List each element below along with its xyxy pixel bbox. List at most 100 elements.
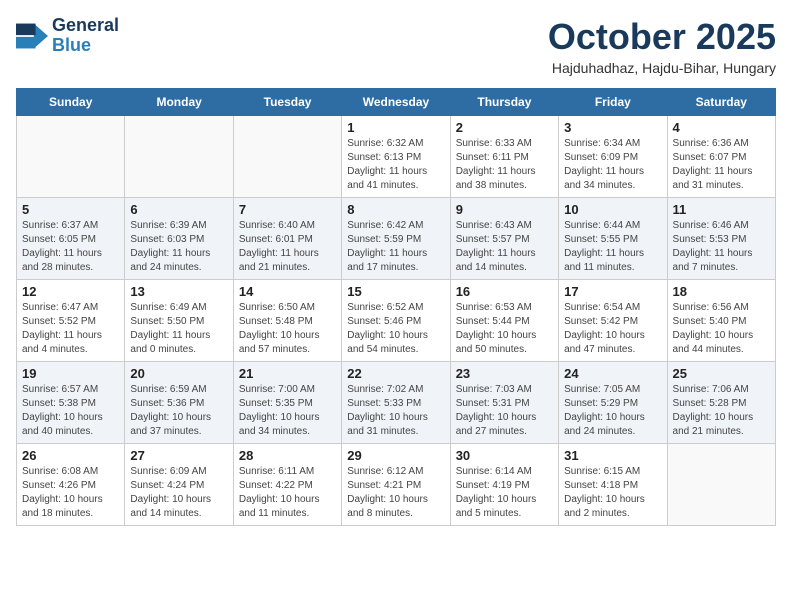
day-number: 4: [673, 120, 770, 135]
calendar-day-cell: [17, 116, 125, 198]
day-number: 27: [130, 448, 227, 463]
day-info: Sunrise: 6:09 AM Sunset: 4:24 PM Dayligh…: [130, 465, 227, 521]
day-info: Sunrise: 6:15 AM Sunset: 4:18 PM Dayligh…: [564, 465, 661, 521]
day-info: Sunrise: 6:50 AM Sunset: 5:48 PM Dayligh…: [239, 301, 336, 357]
location-title: Hajduhadhaz, Hajdu-Bihar, Hungary: [548, 60, 776, 76]
calendar-day-cell: 12 Sunrise: 6:47 AM Sunset: 5:52 PM Dayli…: [17, 280, 125, 362]
calendar-week-row: 5 Sunrise: 6:37 AM Sunset: 6:05 PM Daylig…: [17, 198, 776, 280]
calendar-week-row: 12 Sunrise: 6:47 AM Sunset: 5:52 PM Dayli…: [17, 280, 776, 362]
logo: General Blue: [16, 16, 119, 56]
calendar-day-cell: 25 Sunrise: 7:06 AM Sunset: 5:28 PM Dayli…: [667, 362, 775, 444]
day-info: Sunrise: 6:14 AM Sunset: 4:19 PM Dayligh…: [456, 465, 553, 521]
day-info: Sunrise: 6:46 AM Sunset: 5:53 PM Dayligh…: [673, 219, 770, 275]
calendar-day-cell: 7 Sunrise: 6:40 AM Sunset: 6:01 PM Daylig…: [233, 198, 341, 280]
day-info: Sunrise: 6:40 AM Sunset: 6:01 PM Dayligh…: [239, 219, 336, 275]
day-number: 2: [456, 120, 553, 135]
day-info: Sunrise: 6:32 AM Sunset: 6:13 PM Dayligh…: [347, 137, 444, 193]
day-number: 25: [673, 366, 770, 381]
title-block: October 2025 Hajduhadhaz, Hajdu-Bihar, H…: [548, 16, 776, 76]
logo-icon: [16, 20, 48, 52]
day-info: Sunrise: 6:49 AM Sunset: 5:50 PM Dayligh…: [130, 301, 227, 357]
day-info: Sunrise: 6:56 AM Sunset: 5:40 PM Dayligh…: [673, 301, 770, 357]
calendar-day-cell: 9 Sunrise: 6:43 AM Sunset: 5:57 PM Daylig…: [450, 198, 558, 280]
day-number: 30: [456, 448, 553, 463]
calendar-day-cell: 10 Sunrise: 6:44 AM Sunset: 5:55 PM Dayli…: [559, 198, 667, 280]
day-number: 8: [347, 202, 444, 217]
day-info: Sunrise: 6:57 AM Sunset: 5:38 PM Dayligh…: [22, 383, 119, 439]
day-info: Sunrise: 6:44 AM Sunset: 5:55 PM Dayligh…: [564, 219, 661, 275]
day-info: Sunrise: 6:33 AM Sunset: 6:11 PM Dayligh…: [456, 137, 553, 193]
day-info: Sunrise: 7:05 AM Sunset: 5:29 PM Dayligh…: [564, 383, 661, 439]
day-number: 14: [239, 284, 336, 299]
day-number: 12: [22, 284, 119, 299]
calendar-day-cell: 17Sunrise: 6:54 AM Sunset: 5:42 PM Dayli…: [559, 280, 667, 362]
calendar-day-cell: 20 Sunrise: 6:59 AM Sunset: 5:36 PM Dayli…: [125, 362, 233, 444]
day-number: 29: [347, 448, 444, 463]
calendar-day-cell: 27 Sunrise: 6:09 AM Sunset: 4:24 PM Dayli…: [125, 444, 233, 526]
day-info: Sunrise: 6:39 AM Sunset: 6:03 PM Dayligh…: [130, 219, 227, 275]
day-info: Sunrise: 6:11 AM Sunset: 4:22 PM Dayligh…: [239, 465, 336, 521]
day-number: 13: [130, 284, 227, 299]
calendar-table: SundayMondayTuesdayWednesdayThursdayFrid…: [16, 88, 776, 526]
day-info: Sunrise: 6:08 AM Sunset: 4:26 PM Dayligh…: [22, 465, 119, 521]
month-title: October 2025: [548, 16, 776, 58]
day-number: 5: [22, 202, 119, 217]
day-number: 18: [673, 284, 770, 299]
calendar-day-cell: 1 Sunrise: 6:32 AM Sunset: 6:13 PM Daylig…: [342, 116, 450, 198]
calendar-day-cell: 24Sunrise: 7:05 AM Sunset: 5:29 PM Dayli…: [559, 362, 667, 444]
calendar-header-row: SundayMondayTuesdayWednesdayThursdayFrid…: [17, 89, 776, 116]
day-number: 17: [564, 284, 661, 299]
calendar-day-cell: 15 Sunrise: 6:52 AM Sunset: 5:46 PM Dayli…: [342, 280, 450, 362]
day-info: Sunrise: 7:06 AM Sunset: 5:28 PM Dayligh…: [673, 383, 770, 439]
day-info: Sunrise: 6:12 AM Sunset: 4:21 PM Dayligh…: [347, 465, 444, 521]
day-number: 21: [239, 366, 336, 381]
calendar-day-cell: [667, 444, 775, 526]
day-info: Sunrise: 7:02 AM Sunset: 5:33 PM Dayligh…: [347, 383, 444, 439]
day-number: 7: [239, 202, 336, 217]
day-number: 31: [564, 448, 661, 463]
day-info: Sunrise: 6:59 AM Sunset: 5:36 PM Dayligh…: [130, 383, 227, 439]
calendar-day-cell: 19 Sunrise: 6:57 AM Sunset: 5:38 PM Dayli…: [17, 362, 125, 444]
calendar-day-header: Tuesday: [233, 89, 341, 116]
calendar-day-cell: 4 Sunrise: 6:36 AM Sunset: 6:07 PM Daylig…: [667, 116, 775, 198]
day-info: Sunrise: 6:36 AM Sunset: 6:07 PM Dayligh…: [673, 137, 770, 193]
day-number: 15: [347, 284, 444, 299]
calendar-day-header: Saturday: [667, 89, 775, 116]
day-info: Sunrise: 7:00 AM Sunset: 5:35 PM Dayligh…: [239, 383, 336, 439]
calendar-week-row: 1 Sunrise: 6:32 AM Sunset: 6:13 PM Daylig…: [17, 116, 776, 198]
calendar-day-cell: 31 Sunrise: 6:15 AM Sunset: 4:18 PM Dayli…: [559, 444, 667, 526]
day-number: 1: [347, 120, 444, 135]
calendar-day-cell: 8 Sunrise: 6:42 AM Sunset: 5:59 PM Daylig…: [342, 198, 450, 280]
day-info: Sunrise: 7:03 AM Sunset: 5:31 PM Dayligh…: [456, 383, 553, 439]
calendar-day-cell: 13 Sunrise: 6:49 AM Sunset: 5:50 PM Dayli…: [125, 280, 233, 362]
day-info: Sunrise: 6:47 AM Sunset: 5:52 PM Dayligh…: [22, 301, 119, 357]
calendar-day-cell: 26Sunrise: 6:08 AM Sunset: 4:26 PM Dayli…: [17, 444, 125, 526]
calendar-week-row: 19 Sunrise: 6:57 AM Sunset: 5:38 PM Dayli…: [17, 362, 776, 444]
calendar-day-header: Thursday: [450, 89, 558, 116]
calendar-day-cell: [233, 116, 341, 198]
day-number: 22: [347, 366, 444, 381]
logo-text-general: General: [52, 16, 119, 36]
calendar-day-cell: 23Sunrise: 7:03 AM Sunset: 5:31 PM Dayli…: [450, 362, 558, 444]
day-info: Sunrise: 6:42 AM Sunset: 5:59 PM Dayligh…: [347, 219, 444, 275]
calendar-day-cell: 3Sunrise: 6:34 AM Sunset: 6:09 PM Daylig…: [559, 116, 667, 198]
day-info: Sunrise: 6:43 AM Sunset: 5:57 PM Dayligh…: [456, 219, 553, 275]
day-info: Sunrise: 6:53 AM Sunset: 5:44 PM Dayligh…: [456, 301, 553, 357]
day-info: Sunrise: 6:37 AM Sunset: 6:05 PM Dayligh…: [22, 219, 119, 275]
calendar-day-cell: 16Sunrise: 6:53 AM Sunset: 5:44 PM Dayli…: [450, 280, 558, 362]
calendar-day-cell: 30 Sunrise: 6:14 AM Sunset: 4:19 PM Dayli…: [450, 444, 558, 526]
day-number: 19: [22, 366, 119, 381]
day-number: 10: [564, 202, 661, 217]
calendar-day-cell: 18 Sunrise: 6:56 AM Sunset: 5:40 PM Dayli…: [667, 280, 775, 362]
calendar-week-row: 26Sunrise: 6:08 AM Sunset: 4:26 PM Dayli…: [17, 444, 776, 526]
day-info: Sunrise: 6:52 AM Sunset: 5:46 PM Dayligh…: [347, 301, 444, 357]
day-number: 6: [130, 202, 227, 217]
calendar-day-cell: 2 Sunrise: 6:33 AM Sunset: 6:11 PM Daylig…: [450, 116, 558, 198]
calendar-day-cell: 5 Sunrise: 6:37 AM Sunset: 6:05 PM Daylig…: [17, 198, 125, 280]
day-number: 28: [239, 448, 336, 463]
logo-text-blue: Blue: [52, 36, 119, 56]
day-number: 3: [564, 120, 661, 135]
calendar-day-cell: 22 Sunrise: 7:02 AM Sunset: 5:33 PM Dayli…: [342, 362, 450, 444]
day-number: 9: [456, 202, 553, 217]
day-number: 20: [130, 366, 227, 381]
